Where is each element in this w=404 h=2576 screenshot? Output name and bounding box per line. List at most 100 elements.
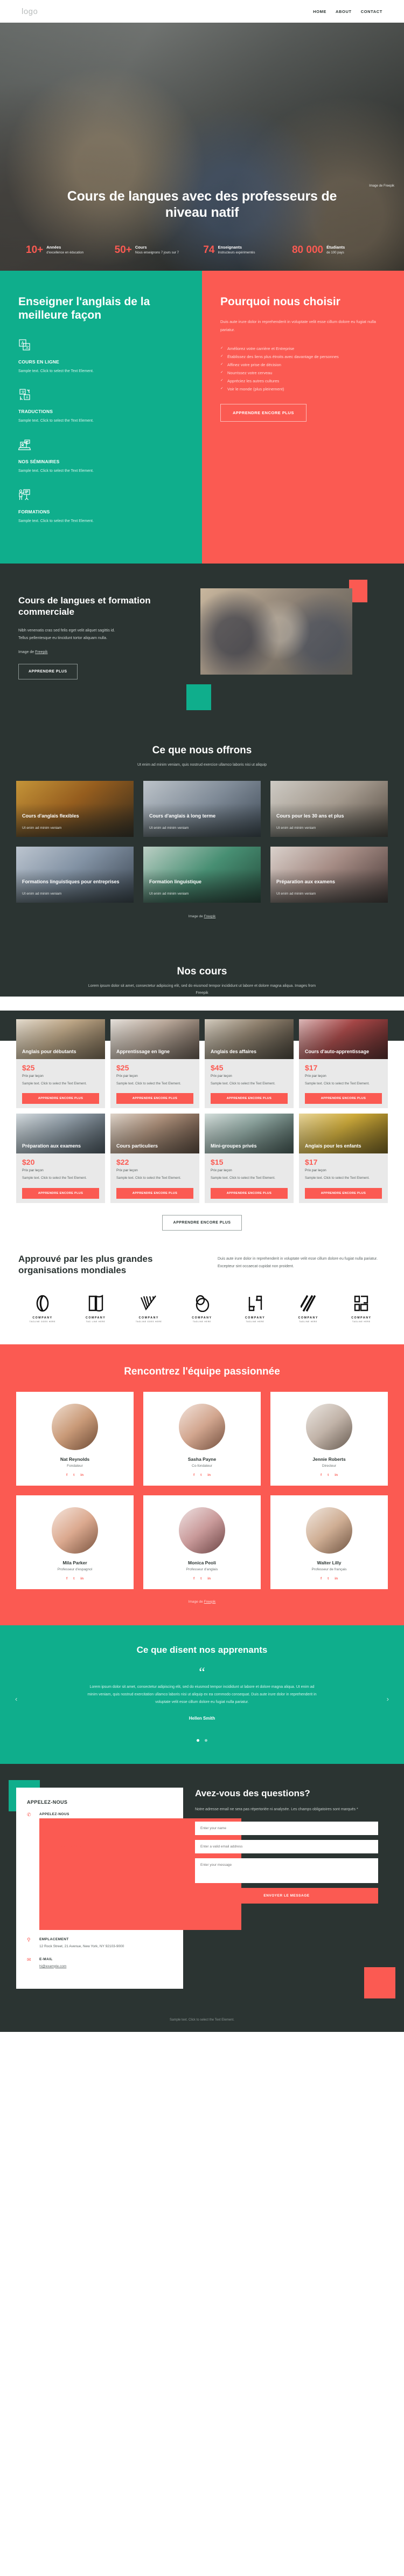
pricing-card-button[interactable]: APPRENDRE ENCORE PLUS xyxy=(305,1187,382,1199)
twitter-icon[interactable]: t xyxy=(73,1577,74,1581)
team-member-card[interactable]: Monica Peoli Professeur d'anglais f t in xyxy=(143,1495,261,1589)
brand-mark-slashes-icon xyxy=(287,1294,329,1313)
contact-email-row: ✉ E-MAIL hi@example.com xyxy=(27,1957,172,1969)
pricing-card[interactable]: Anglais pour débutants $25 Prix par leçon S… xyxy=(16,1019,105,1109)
team-member-card[interactable]: Sasha Payne Co-fondateur f t in xyxy=(143,1391,261,1486)
stat-sub: Nous enseignons 7 jours sur 7 xyxy=(135,251,179,255)
hero-image-credit[interactable]: Image de Freepik xyxy=(369,184,394,188)
linkedin-icon[interactable]: in xyxy=(80,1473,83,1477)
business-learn-more-button[interactable]: APPRENDRE PLUS xyxy=(18,664,78,680)
linkedin-icon[interactable]: in xyxy=(80,1577,83,1581)
offer-card[interactable]: Formations linguistiques pour entreprise… xyxy=(16,847,134,903)
linkedin-icon[interactable]: in xyxy=(335,1577,338,1581)
pricing-card[interactable]: Apprentissage en ligne $25 Prix par leçon S… xyxy=(110,1019,199,1109)
whiteboard-teacher-icon xyxy=(18,489,95,504)
avatar xyxy=(179,1403,225,1450)
team-member-card[interactable]: Jennie Roberts Directeur f t in xyxy=(270,1391,388,1486)
pricing-card-desc: Sample text. Click to select the Text El… xyxy=(22,1177,87,1180)
feature-translations[interactable]: 文 A TRADUCTIONS Sample text. Click to se… xyxy=(18,388,95,424)
name-field[interactable] xyxy=(195,1822,378,1835)
business-p2: Tellus pellentesque eu tincidunt tortor … xyxy=(18,635,108,640)
facebook-icon[interactable]: f xyxy=(66,1577,67,1581)
twitter-icon[interactable]: t xyxy=(73,1473,74,1477)
facebook-icon[interactable]: f xyxy=(66,1473,67,1477)
team-member-card[interactable]: Nat Reynolds Fondateur f t in xyxy=(16,1391,134,1486)
pricing-card-per: Prix par leçon xyxy=(116,1169,138,1173)
translation-swap-icon: 文 A xyxy=(18,388,95,404)
pricing-card-button[interactable]: APPRENDRE ENCORE PLUS xyxy=(22,1187,99,1199)
email-label: E-MAIL xyxy=(39,1957,53,1961)
credit-prefix: Image de xyxy=(188,915,204,919)
prev-arrow-icon[interactable]: ‹ xyxy=(15,1695,17,1703)
feature-online-courses[interactable]: A 文 COURS EN LIGNE Sample text. Click to… xyxy=(18,339,95,375)
why-list-item: Appréciez les autres cultures xyxy=(220,377,386,385)
pricing-card-per: Prix par leçon xyxy=(116,1074,138,1079)
pricing-card-button[interactable]: APPRENDRE ENCORE PLUS xyxy=(116,1187,193,1199)
linkedin-icon[interactable]: in xyxy=(335,1473,338,1477)
carousel-dot[interactable] xyxy=(196,1739,199,1742)
pricing-card-button[interactable]: APPRENDRE ENCORE PLUS xyxy=(116,1093,193,1104)
member-role: Professeur d'anglais xyxy=(186,1567,218,1571)
social-links: f t in xyxy=(277,1473,381,1477)
feature-seminars[interactable]: NOS SÉMINAIRES Sample text. Click to sel… xyxy=(18,438,95,475)
carousel-dot[interactable] xyxy=(205,1739,208,1742)
team-member-card[interactable]: Mila Parker Professeur d'espagnol f t in xyxy=(16,1495,134,1589)
team-member-card[interactable]: Walter Lilly Professeur de français f t in xyxy=(270,1495,388,1589)
twitter-icon[interactable]: t xyxy=(200,1473,201,1477)
offer-card-sub: Ut enim ad minim veniam xyxy=(149,826,189,830)
why-learn-more-button[interactable]: APPRENDRE ENCORE PLUS xyxy=(220,403,307,422)
linkedin-icon[interactable]: in xyxy=(207,1473,211,1477)
svg-text:文: 文 xyxy=(22,389,25,394)
brand-name: COMPANY xyxy=(138,1316,159,1320)
pricing-card-button[interactable]: APPRENDRE ENCORE PLUS xyxy=(305,1093,382,1104)
twitter-icon[interactable]: t xyxy=(328,1577,329,1581)
pricing-card[interactable]: Anglais des affaires $45 Prix par leçon Sam… xyxy=(205,1019,294,1109)
linkedin-icon[interactable]: in xyxy=(207,1577,211,1581)
brand-name: COMPANY xyxy=(85,1316,106,1320)
facebook-icon[interactable]: f xyxy=(193,1577,194,1581)
email-field[interactable] xyxy=(195,1840,378,1853)
feature-title: NOS SÉMINAIRES xyxy=(18,459,60,465)
facebook-icon[interactable]: f xyxy=(193,1473,194,1477)
pricing-card[interactable]: Préparation aux examens $20 Prix par leçon… xyxy=(16,1114,105,1203)
offers-section: Ce que nous offrons Ut enim ad minim ven… xyxy=(0,729,404,947)
nav-item-contact[interactable]: CONTACT xyxy=(361,9,382,14)
nav-item-home[interactable]: HOME xyxy=(313,9,326,14)
contact-card-title: APPELEZ-NOUS xyxy=(27,1799,68,1805)
pricing-card-button[interactable]: APPRENDRE ENCORE PLUS xyxy=(211,1187,288,1199)
offer-card[interactable]: Préparation aux examens Ut enim ad minim … xyxy=(270,847,388,903)
facebook-icon[interactable]: f xyxy=(321,1577,322,1581)
facebook-icon[interactable]: f xyxy=(321,1473,322,1477)
credit-link[interactable]: Freepik xyxy=(204,915,216,918)
credit-link[interactable]: Freepik xyxy=(204,1600,216,1604)
credit-link[interactable]: Freepik xyxy=(35,650,47,654)
message-field[interactable] xyxy=(195,1858,378,1883)
pricing-learn-more-button[interactable]: APPRENDRE ENCORE PLUS xyxy=(162,1214,242,1231)
feature-trainings[interactable]: FORMATIONS Sample text. Click to select … xyxy=(18,489,95,525)
address-value: 12 Rock Street, 21 Avenue, New York, NY … xyxy=(39,1945,124,1949)
pricing-card-per: Prix par leçon xyxy=(22,1169,44,1173)
pricing-card[interactable]: Mini-groupes privés $15 Prix par leçon Samp… xyxy=(205,1114,294,1203)
email-value[interactable]: hi@example.com xyxy=(39,1964,66,1968)
offer-card[interactable]: Cours d'anglais à long terme Ut enim ad m… xyxy=(143,781,261,837)
pricing-card-button[interactable]: APPRENDRE ENCORE PLUS xyxy=(211,1093,288,1104)
offer-card[interactable]: Cours d'anglais flexibles Ut enim ad mini… xyxy=(16,781,134,837)
pricing-card[interactable]: Cours d'auto-apprentissage $17 Prix par le… xyxy=(299,1019,388,1109)
pricing-section: Nos cours Lorem ipsum dolor sit amet, co… xyxy=(0,946,404,997)
pricing-card[interactable]: Anglais pour les enfants $17 Prix par leço… xyxy=(299,1114,388,1203)
pricing-card-title: Anglais pour débutants xyxy=(22,1049,76,1055)
twitter-icon[interactable]: t xyxy=(200,1577,201,1581)
offer-card[interactable]: Formation linguistique Ut enim ad minim v… xyxy=(143,847,261,903)
brands-header: Approuvé par les plus grandes organisati… xyxy=(18,1253,386,1276)
member-role: Professeur d'espagnol xyxy=(57,1567,93,1571)
nav-item-about[interactable]: ABOUT xyxy=(336,9,352,14)
stat-number: 80 000 xyxy=(291,244,324,256)
twitter-icon[interactable]: t xyxy=(328,1473,329,1477)
pricing-card[interactable]: Cours particuliers $22 Prix par leçon Sampl… xyxy=(110,1114,199,1203)
brand-name: COMPANY xyxy=(298,1316,318,1320)
logo[interactable]: logo xyxy=(22,7,38,16)
offer-card[interactable]: Cours pour les 30 ans et plus Ut enim ad … xyxy=(270,781,388,837)
pricing-card-button[interactable]: APPRENDRE ENCORE PLUS xyxy=(22,1093,99,1104)
next-arrow-icon[interactable]: › xyxy=(387,1695,389,1703)
send-message-button[interactable]: ENVOYER LE MESSAGE xyxy=(195,1888,378,1904)
